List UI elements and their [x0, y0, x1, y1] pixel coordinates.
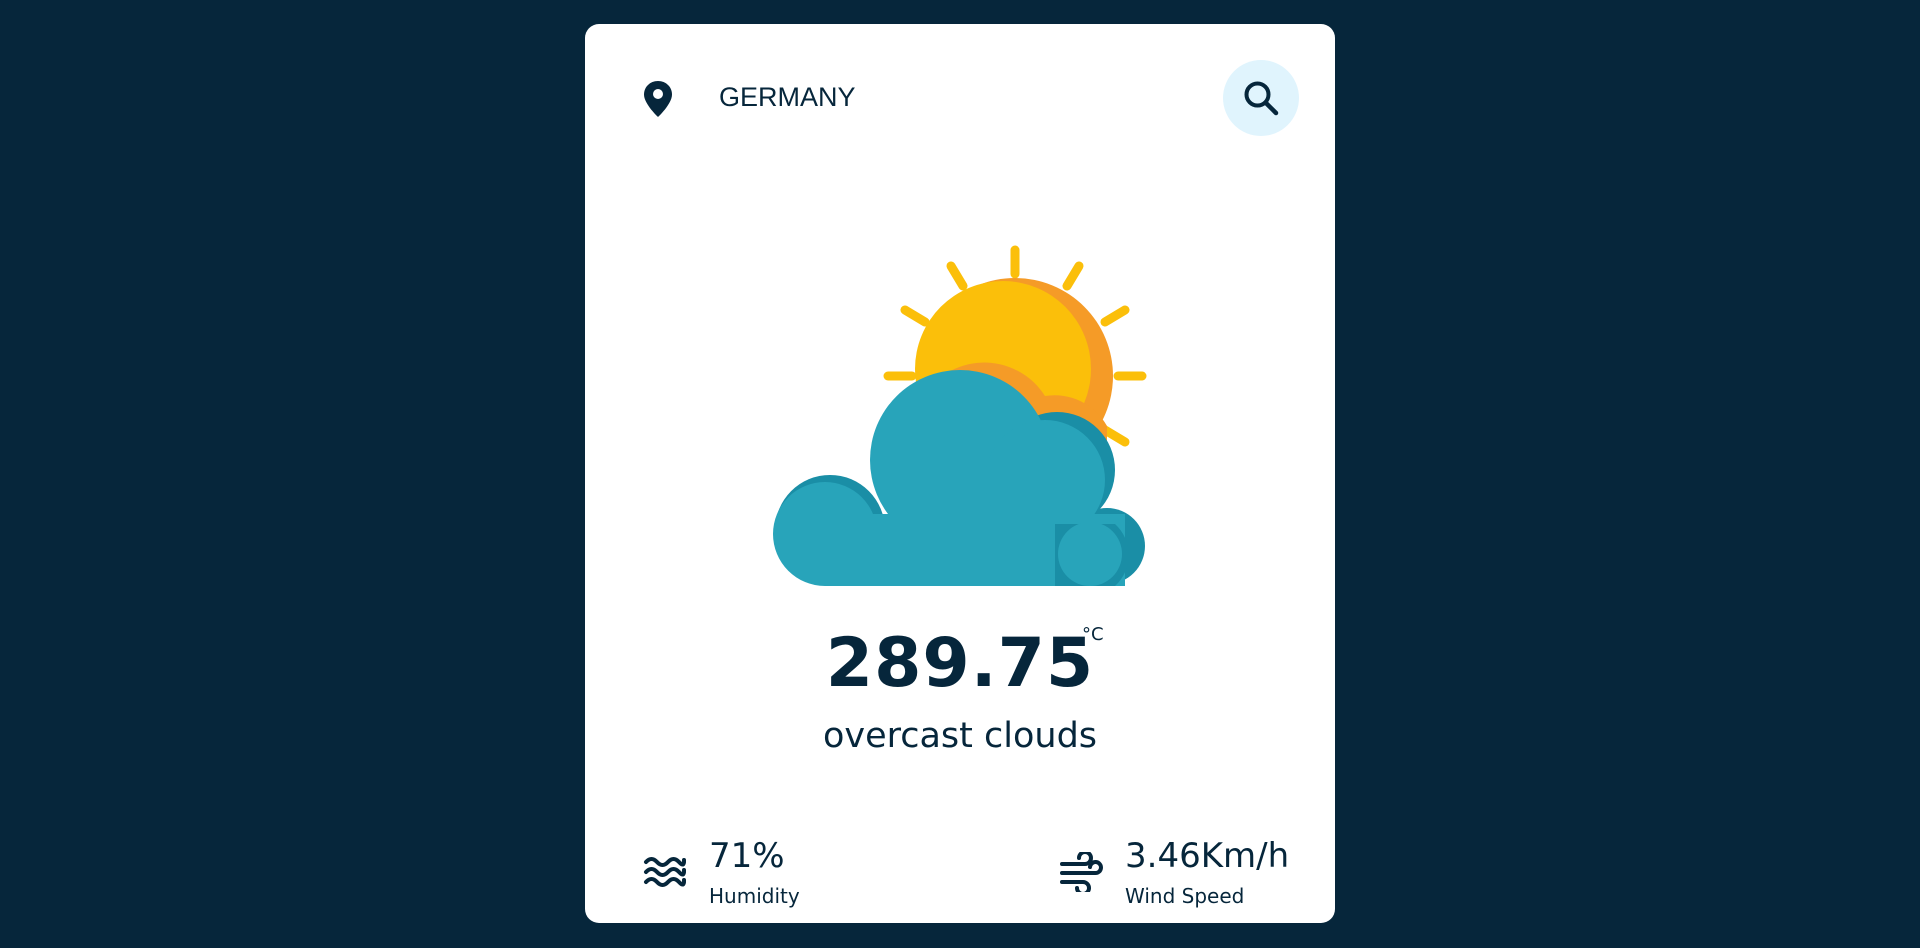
sun-behind-cloud-icon [755, 214, 1165, 594]
temperature-display: 289.75 °C [585, 624, 1335, 714]
humidity-label: Humidity [709, 884, 800, 908]
weather-card: 289.75 °C overcast clouds 71% Humidity [585, 24, 1335, 923]
temperature-unit: °C [1082, 624, 1104, 645]
humidity-value: 71% [709, 836, 785, 876]
map-pin-icon [643, 80, 673, 118]
temperature-value: 289.75 [825, 624, 1095, 703]
water-waves-icon [643, 852, 687, 892]
search-button[interactable] [1223, 60, 1299, 136]
wind-speed-value: 3.46Km/h [1125, 836, 1290, 876]
wind-icon [1059, 850, 1103, 896]
wind-speed-label: Wind Speed [1125, 884, 1245, 908]
location-search-input[interactable] [705, 74, 1213, 120]
search-bar [585, 60, 1335, 136]
weather-description: overcast clouds [822, 716, 1098, 756]
